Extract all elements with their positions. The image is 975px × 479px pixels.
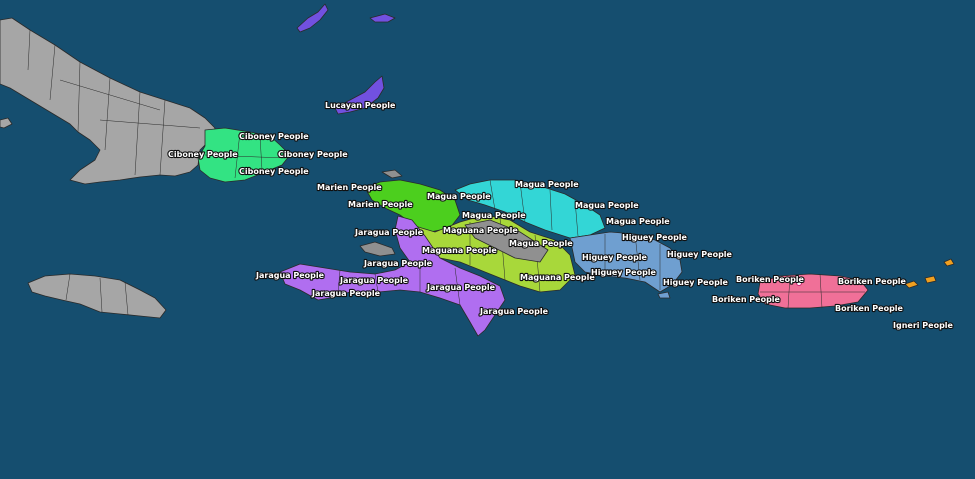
label-maguana: Maguana People (520, 273, 595, 282)
label-jaragua: Jaragua People (311, 289, 381, 298)
label-ciboney: Ciboney People (239, 132, 309, 141)
label-igneri: Igneri People (893, 321, 954, 330)
label-jaragua: Jaragua People (339, 276, 409, 285)
label-ciboney: Ciboney People (168, 150, 238, 159)
label-magua: Magua People (462, 211, 526, 220)
label-higuey: Higuey People (663, 278, 729, 287)
label-jaragua: Jaragua People (354, 228, 424, 237)
label-ciboney: Ciboney People (278, 150, 348, 159)
label-higuey: Higuey People (582, 253, 648, 262)
label-jaragua: Jaragua People (479, 307, 549, 316)
label-marien: Marien People (317, 183, 382, 192)
label-jaragua: Jaragua People (363, 259, 433, 268)
map-canvas[interactable]: Lucayan People Ciboney People Ciboney Pe… (0, 0, 975, 479)
label-ciboney: Ciboney People (239, 167, 309, 176)
label-lucayan: Lucayan People (325, 101, 396, 110)
label-magua: Magua People (515, 180, 579, 189)
label-marien: Marien People (348, 200, 413, 209)
label-boriken: Boriken People (835, 304, 904, 313)
label-magua: Magua People (509, 239, 573, 248)
label-higuey: Higuey People (591, 268, 657, 277)
label-boriken: Boriken People (838, 277, 907, 286)
label-magua: Magua People (427, 192, 491, 201)
label-jaragua: Jaragua People (255, 271, 325, 280)
label-magua: Magua People (575, 201, 639, 210)
label-boriken: Boriken People (736, 275, 805, 284)
label-maguana: Maguana People (443, 226, 518, 235)
label-jaragua: Jaragua People (426, 283, 496, 292)
label-higuey: Higuey People (667, 250, 733, 259)
label-boriken: Boriken People (712, 295, 781, 304)
label-magua: Magua People (606, 217, 670, 226)
label-higuey: Higuey People (622, 233, 688, 242)
label-maguana: Maguana People (422, 246, 497, 255)
